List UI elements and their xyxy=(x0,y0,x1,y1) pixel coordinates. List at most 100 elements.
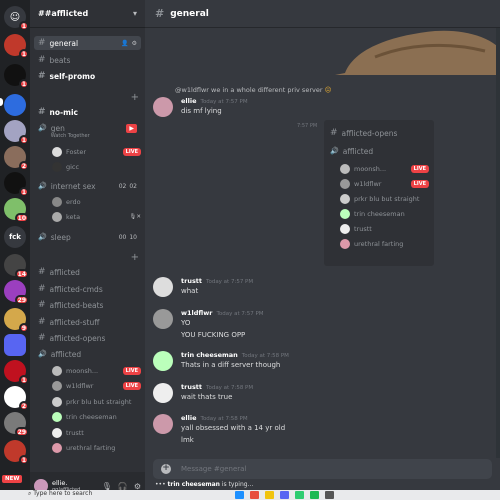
server-icon[interactable]: 29 xyxy=(4,412,29,437)
voice-member[interactable]: moonsh... LIVE xyxy=(52,364,141,377)
server-icon[interactable]: 10 xyxy=(4,198,29,223)
avatar[interactable] xyxy=(153,309,173,329)
user-limit: 02 xyxy=(129,182,137,190)
voice-member[interactable]: trin cheeseman xyxy=(52,410,141,423)
avatar[interactable] xyxy=(153,414,173,434)
message-text: what xyxy=(181,287,199,295)
channel-afflicted-cmds[interactable]: # afflicted-cmds xyxy=(34,282,141,296)
channel-afflicted-beats[interactable]: # afflicted-beats xyxy=(34,298,141,312)
channel-label: afflicted-opens xyxy=(49,333,106,343)
server-icon[interactable]: 9 xyxy=(4,308,29,333)
server-icon[interactable]: 1 xyxy=(4,360,29,385)
server-icon[interactable] xyxy=(4,94,26,116)
server-icon[interactable]: 2 xyxy=(4,146,29,171)
server-icon[interactable]: 1 xyxy=(4,172,29,197)
server-icon[interactable]: 1 xyxy=(4,34,29,59)
voice-member[interactable]: gicc xyxy=(52,160,141,173)
mention-badge: 1 xyxy=(18,79,29,89)
author-name[interactable]: trustt xyxy=(181,383,202,391)
message-input[interactable]: + Message #general xyxy=(153,459,492,479)
reply-context[interactable]: @w1ldflwr we in a whole different priv s… xyxy=(175,86,331,94)
screenshot-embed[interactable]: # afflicted-opens 🔊 afflicted moonsh... LIV… xyxy=(324,120,434,266)
discord-icon[interactable] xyxy=(280,491,289,499)
channel-self-promo[interactable]: # self-promo xyxy=(34,69,141,83)
user-count: 02 xyxy=(118,182,127,190)
avatar[interactable] xyxy=(153,277,173,297)
mention-badge: 1 xyxy=(18,135,29,145)
home-icon[interactable]: ☺ 1 xyxy=(4,6,29,31)
author-name[interactable]: trin cheeseman xyxy=(181,351,238,359)
app-icon[interactable] xyxy=(295,491,304,499)
add-member-icon[interactable]: 👤 xyxy=(121,40,128,47)
rock-image[interactable] xyxy=(335,27,500,75)
timestamp: Today at 7:58 PM xyxy=(206,385,254,391)
scrollbar[interactable] xyxy=(496,28,500,458)
voice-afflicted[interactable]: 🔊 afflicted xyxy=(34,347,141,361)
server-icon[interactable]: 14 xyxy=(4,254,29,279)
server-folder[interactable]: fck xyxy=(4,226,26,248)
server-icon[interactable]: 29 xyxy=(4,280,29,305)
member-name: keta xyxy=(66,212,81,221)
channel-label: afflicted xyxy=(342,146,374,156)
gear-icon[interactable]: ⚙ xyxy=(132,40,137,47)
folder-label: fck xyxy=(9,233,21,241)
server-icon[interactable]: 1 xyxy=(4,120,29,145)
discord-app: ☺ 1 1 1 1 2 1 10 fck 14 29 9 1 2 29 1 NEW… xyxy=(0,0,500,500)
avatar xyxy=(52,161,62,172)
avatar xyxy=(52,427,62,438)
typing-user: trin cheeseman xyxy=(167,481,220,488)
add-channel-icon[interactable]: + xyxy=(131,92,139,103)
avatar xyxy=(52,196,62,207)
guild-name: ##afflicted xyxy=(38,9,89,18)
attach-icon[interactable]: + xyxy=(161,464,171,474)
voice-afflicted: 🔊 afflicted xyxy=(326,144,430,158)
author-name[interactable]: ellie xyxy=(181,97,197,105)
voice-member[interactable]: keta 🎙✕ xyxy=(52,210,141,223)
server-icon[interactable]: 1 xyxy=(4,64,29,89)
app-icon[interactable] xyxy=(250,491,259,499)
chat-header: # general xyxy=(145,0,500,28)
voice-member[interactable]: erdo xyxy=(52,195,141,208)
voice-gen[interactable]: 🔊 gen Watch Together ▶ xyxy=(34,124,141,142)
avatar[interactable] xyxy=(153,97,173,117)
voice-member[interactable]: trustt xyxy=(52,426,141,439)
channel-no-mic[interactable]: # no-mic xyxy=(34,105,141,119)
youtube-icon: ▶ xyxy=(126,124,137,133)
app-icon[interactable] xyxy=(265,491,274,499)
voice-sleep[interactable]: 🔊 sleep 00 10 xyxy=(34,230,141,244)
folder-icon[interactable] xyxy=(4,334,26,356)
member-name: erdo xyxy=(66,197,81,206)
author-name[interactable]: trustt xyxy=(181,277,202,285)
activity-label: Watch Together xyxy=(50,133,90,139)
server-icon[interactable]: 2 xyxy=(4,386,29,411)
mention-badge: 29 xyxy=(14,295,29,305)
channel-afflicted-stuff[interactable]: # afflicted-stuff xyxy=(34,315,141,329)
taskbar-search[interactable]: ⌕ Type here to search xyxy=(28,490,92,498)
message-text: dis mf lying xyxy=(181,107,222,115)
channel-title: general xyxy=(170,8,209,19)
author-name[interactable]: ellie xyxy=(181,414,197,422)
voice-member[interactable]: prkr blu but straight xyxy=(52,395,141,408)
voice-member: trustt xyxy=(340,222,429,235)
channel-afflicted[interactable]: # afflicted xyxy=(34,265,141,279)
hash-icon: # xyxy=(38,267,46,277)
avatar xyxy=(52,411,62,422)
guild-header[interactable]: ##afflicted ▾ xyxy=(30,0,145,28)
channel-beats[interactable]: # beats xyxy=(34,53,141,67)
channel-label: sleep xyxy=(50,232,71,242)
voice-member[interactable]: w1ldflwr LIVE xyxy=(52,379,141,392)
channel-afflicted-opens[interactable]: # afflicted-opens xyxy=(34,331,141,345)
author-name[interactable]: w1ldflwr xyxy=(181,309,212,317)
voice-member[interactable]: urethral farting xyxy=(52,441,141,454)
channel-general[interactable]: # general 👤 ⚙ xyxy=(34,36,141,50)
voice-internet-sex[interactable]: 🔊 internet sex 02 02 xyxy=(34,179,141,193)
spotify-icon[interactable] xyxy=(310,491,319,499)
avatar[interactable] xyxy=(153,351,173,371)
avatar[interactable] xyxy=(153,383,173,403)
server-icon[interactable]: 1 xyxy=(4,440,29,465)
timestamp: Today at 7:58 PM xyxy=(241,353,289,359)
app-icon[interactable] xyxy=(235,491,244,499)
app-icon[interactable] xyxy=(325,491,334,499)
add-channel-icon[interactable]: + xyxy=(131,252,139,263)
voice-member[interactable]: Foster LIVE xyxy=(52,145,141,158)
